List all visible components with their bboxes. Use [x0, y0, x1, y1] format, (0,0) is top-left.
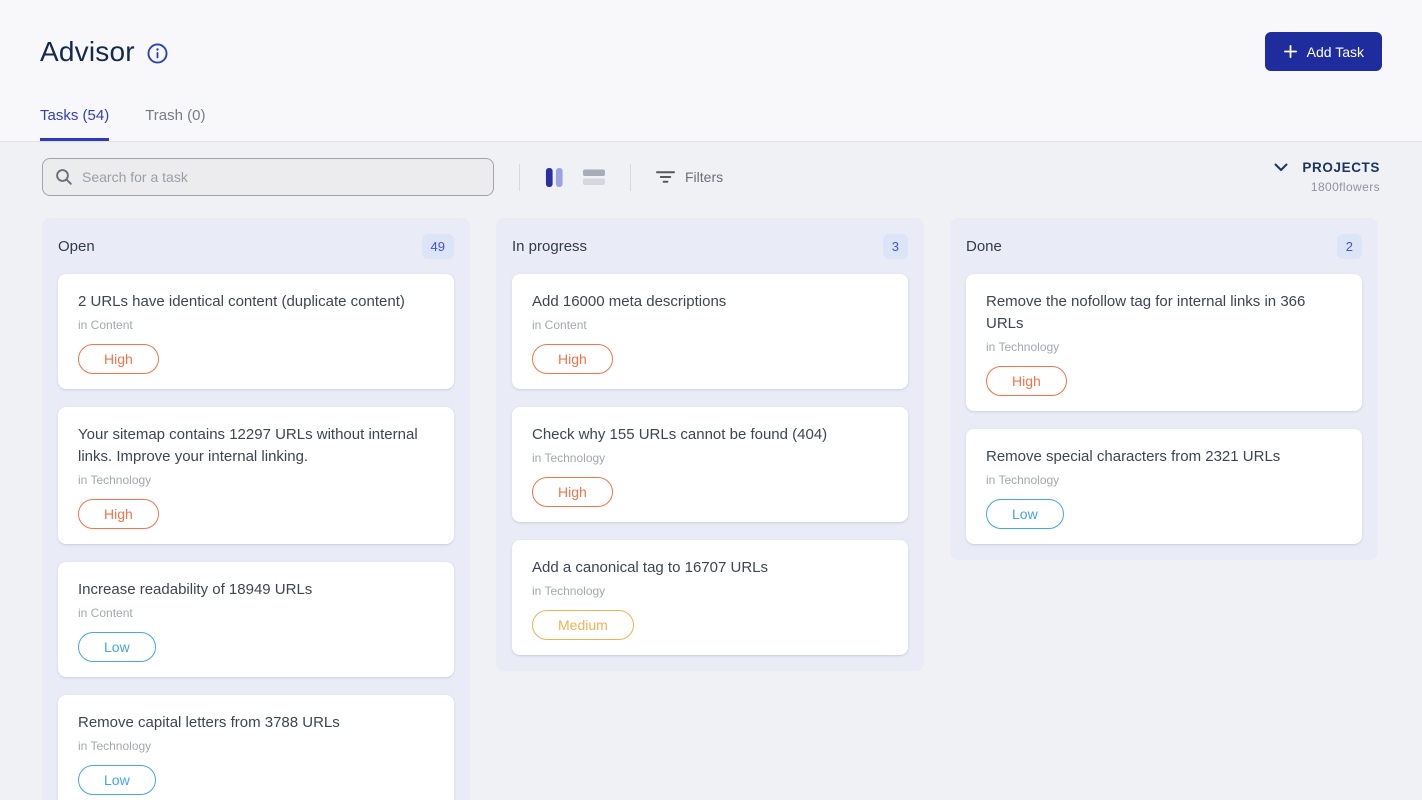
task-card[interactable]: Add 16000 meta descriptions in Content Hig…: [512, 274, 908, 389]
priority-badge: Low: [986, 499, 1064, 529]
selected-project: 1800flowers: [1311, 180, 1380, 194]
chevron-down-icon: [1274, 163, 1288, 172]
add-task-button[interactable]: Add Task: [1265, 32, 1382, 71]
projects-label: PROJECTS: [1302, 160, 1380, 175]
filters-label: Filters: [685, 169, 723, 185]
priority-badge: Low: [78, 765, 156, 795]
tab-trash[interactable]: Trash (0): [145, 107, 205, 141]
task-title: 2 URLs have identical content (duplicate…: [78, 291, 434, 313]
column-count-badge: 2: [1337, 234, 1362, 259]
tab-tasks[interactable]: Tasks (54): [40, 107, 109, 141]
task-category: in Technology: [78, 739, 434, 753]
search-box: [42, 158, 494, 196]
task-card[interactable]: Add a canonical tag to 16707 URLs in Tech…: [512, 540, 908, 655]
priority-badge: High: [532, 477, 613, 507]
list-view-icon[interactable]: [583, 168, 605, 186]
tabs: Tasks (54) Trash (0): [40, 107, 1382, 141]
card-list: Remove the nofollow tag for internal lin…: [950, 274, 1378, 544]
projects-selector: PROJECTS 1800flowers: [1274, 160, 1380, 194]
priority-badge: High: [532, 344, 613, 374]
view-toggles: [545, 167, 605, 188]
priority-badge: High: [78, 499, 159, 529]
kanban-column-done: Done 2 Remove the nofollow tag for interna…: [950, 218, 1378, 560]
board-view-icon[interactable]: [545, 167, 564, 188]
task-category: in Technology: [78, 473, 434, 487]
task-title: Add a canonical tag to 16707 URLs: [532, 557, 888, 579]
page-title: Advisor: [40, 36, 135, 68]
projects-dropdown[interactable]: PROJECTS: [1274, 160, 1380, 175]
column-header: In progress 3: [496, 218, 924, 274]
divider: [630, 164, 631, 191]
card-list: Add 16000 meta descriptions in Content Hig…: [496, 274, 924, 655]
priority-badge: Medium: [532, 610, 634, 640]
toolbar: Filters PROJECTS 1800flowers: [42, 158, 1380, 196]
info-icon[interactable]: [147, 43, 168, 64]
task-category: in Content: [78, 606, 434, 620]
kanban-board: Open 49 2 URLs have identical content (dup…: [42, 218, 1380, 800]
task-category: in Content: [532, 318, 888, 332]
search-icon: [55, 168, 73, 186]
column-title: Open: [58, 238, 95, 255]
task-card[interactable]: Remove special characters from 2321 URLs…: [966, 429, 1362, 544]
task-title: Your sitemap contains 12297 URLs without…: [78, 424, 434, 468]
task-title: Check why 155 URLs cannot be found (404): [532, 424, 888, 446]
task-title: Remove special characters from 2321 URLs: [986, 446, 1342, 468]
priority-badge: High: [78, 344, 159, 374]
add-task-label: Add Task: [1307, 44, 1364, 60]
task-card[interactable]: Increase readability of 18949 URLs in Con…: [58, 562, 454, 677]
kanban-column-open: Open 49 2 URLs have identical content (dup…: [42, 218, 470, 800]
filters-button[interactable]: Filters: [656, 169, 723, 185]
task-card[interactable]: Remove the nofollow tag for internal lin…: [966, 274, 1362, 411]
task-card[interactable]: 2 URLs have identical content (duplicate…: [58, 274, 454, 389]
task-category: in Technology: [986, 340, 1342, 354]
task-card[interactable]: Check why 155 URLs cannot be found (404)…: [512, 407, 908, 522]
task-category: in Technology: [532, 584, 888, 598]
column-title: In progress: [512, 238, 587, 255]
column-header: Done 2: [950, 218, 1378, 274]
plus-icon: [1283, 44, 1298, 59]
search-input[interactable]: [82, 169, 481, 185]
priority-badge: Low: [78, 632, 156, 662]
main-content: Filters PROJECTS 1800flowers Open 49 2 URL…: [0, 142, 1422, 800]
task-title: Increase readability of 18949 URLs: [78, 579, 434, 601]
task-category: in Technology: [532, 451, 888, 465]
task-card[interactable]: Remove capital letters from 3788 URLs in …: [58, 695, 454, 800]
priority-badge: High: [986, 366, 1067, 396]
app-header: Advisor Add Task Tasks (54) Trash (0): [0, 0, 1422, 142]
column-header: Open 49: [42, 218, 470, 274]
kanban-column-in-progress: In progress 3 Add 16000 meta descriptions i…: [496, 218, 924, 671]
column-count-badge: 3: [883, 234, 908, 259]
column-title: Done: [966, 238, 1002, 255]
column-count-badge: 49: [422, 234, 454, 259]
task-title: Add 16000 meta descriptions: [532, 291, 888, 313]
task-category: in Content: [78, 318, 434, 332]
task-category: in Technology: [986, 473, 1342, 487]
divider: [519, 164, 520, 191]
task-title: Remove the nofollow tag for internal lin…: [986, 291, 1342, 335]
filter-icon: [656, 170, 675, 184]
task-title: Remove capital letters from 3788 URLs: [78, 712, 434, 734]
card-list: 2 URLs have identical content (duplicate…: [42, 274, 470, 800]
task-card[interactable]: Your sitemap contains 12297 URLs without…: [58, 407, 454, 544]
